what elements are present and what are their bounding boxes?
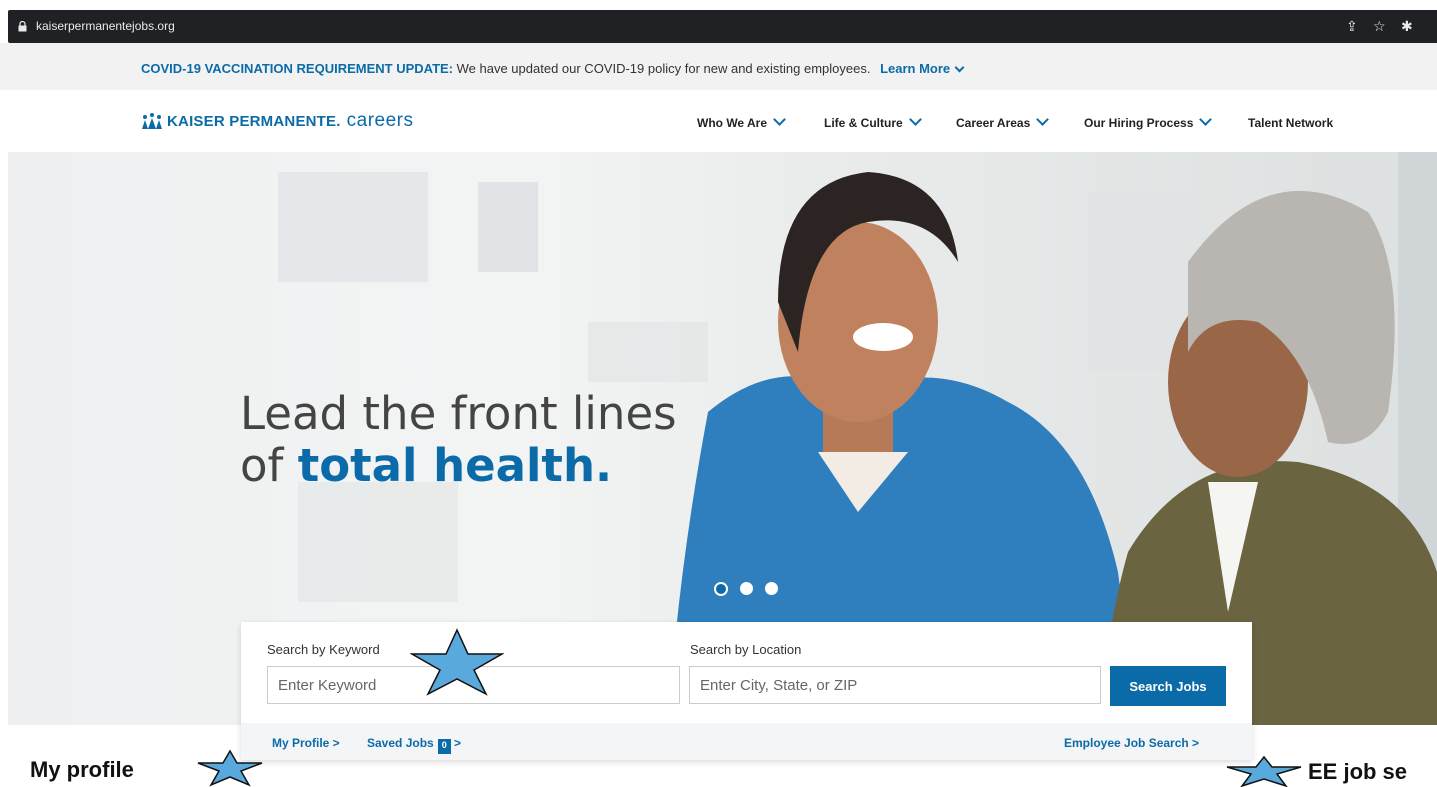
keyword-label: Search by Keyword (267, 642, 380, 657)
nav-label: Who We Are (697, 116, 768, 130)
carousel-dot-3[interactable] (765, 582, 778, 595)
chevron-down-icon (1199, 113, 1213, 126)
nav-life-culture[interactable]: Life & Culture (824, 113, 922, 130)
location-label: Search by Location (690, 642, 802, 657)
nav-label: Life & Culture (824, 116, 903, 130)
banner-body: We have updated our COVID-19 policy for … (453, 61, 871, 76)
kp-logo-mark-icon (142, 113, 162, 129)
nav-label: Career Areas (956, 116, 1031, 130)
saved-jobs-link[interactable]: Saved Jobs 0 > (367, 736, 462, 754)
site-header: KAISER PERMANENTE. careers Who We Are Li… (0, 90, 1437, 152)
learn-more-label: Learn More (880, 61, 951, 76)
headline-emphasis: total health. (297, 439, 613, 492)
carousel-dot-1[interactable] (714, 582, 728, 596)
carousel-dots (714, 582, 778, 596)
learn-more-link[interactable]: Learn More (880, 61, 965, 76)
nav-career-areas[interactable]: Career Areas (956, 113, 1050, 130)
kaiser-logo[interactable]: KAISER PERMANENTE. careers (141, 110, 413, 132)
search-card-footer: My Profile > Saved Jobs 0 > Employee Job … (241, 723, 1252, 760)
nav-label: Talent Network (1248, 116, 1334, 130)
employee-job-search-link[interactable]: Employee Job Search > (1064, 736, 1199, 750)
url-text: kaiserpermanentejobs.org (36, 19, 175, 33)
hero-headline: Lead the front lines of total health. (240, 388, 677, 492)
chevron-right-icon: > (454, 736, 462, 750)
annotation-my-profile: My profile (30, 757, 134, 782)
chevron-down-icon (908, 113, 922, 126)
covid-banner: COVID-19 VACCINATION REQUIREMENT UPDATE:… (0, 43, 1437, 90)
nav-hiring-process[interactable]: Our Hiring Process (1084, 113, 1213, 130)
chevron-down-icon (773, 113, 786, 126)
banner-message: COVID-19 VACCINATION REQUIREMENT UPDATE:… (141, 61, 965, 76)
nav-label: Our Hiring Process (1084, 116, 1194, 130)
headline-prefix: of (240, 439, 298, 492)
logo-careers: careers (346, 110, 414, 131)
nav-talent-network[interactable]: Talent Network (1248, 116, 1333, 130)
bookmark-star-icon[interactable]: ☆ (1373, 18, 1386, 35)
browser-top (0, 0, 1437, 10)
chevron-down-icon (1036, 113, 1050, 126)
extensions-puzzle-icon[interactable]: ✱ (1401, 18, 1413, 35)
annotation-ee-job-search: EE job se (1308, 759, 1408, 784)
carousel-dot-2[interactable] (740, 582, 753, 595)
saved-jobs-label: Saved Jobs (367, 736, 434, 750)
annotation-star-icon (410, 628, 504, 696)
annotation-star-icon (197, 749, 263, 787)
headline-line-1: Lead the front lines (240, 387, 677, 440)
share-icon[interactable]: ⇪ (1346, 18, 1358, 35)
headline-line-2: of total health. (240, 440, 677, 492)
job-search-card: Search by Keyword Search by Location Sea… (241, 622, 1252, 760)
search-jobs-button[interactable]: Search Jobs (1110, 666, 1226, 706)
my-profile-link[interactable]: My Profile > (272, 736, 340, 750)
address-bar[interactable]: kaiserpermanentejobs.org ⇪ ☆ ✱ (8, 10, 1437, 43)
logo-brand: KAISER PERMANENTE. (167, 112, 341, 130)
banner-heading: COVID-19 VACCINATION REQUIREMENT UPDATE: (141, 61, 454, 76)
lock-icon (18, 21, 27, 32)
annotation-star-icon (1226, 755, 1302, 787)
saved-jobs-count-badge: 0 (437, 739, 451, 754)
chevron-down-icon (954, 62, 965, 73)
nav-who-we-are[interactable]: Who We Are (697, 113, 786, 130)
location-input[interactable] (689, 666, 1101, 704)
